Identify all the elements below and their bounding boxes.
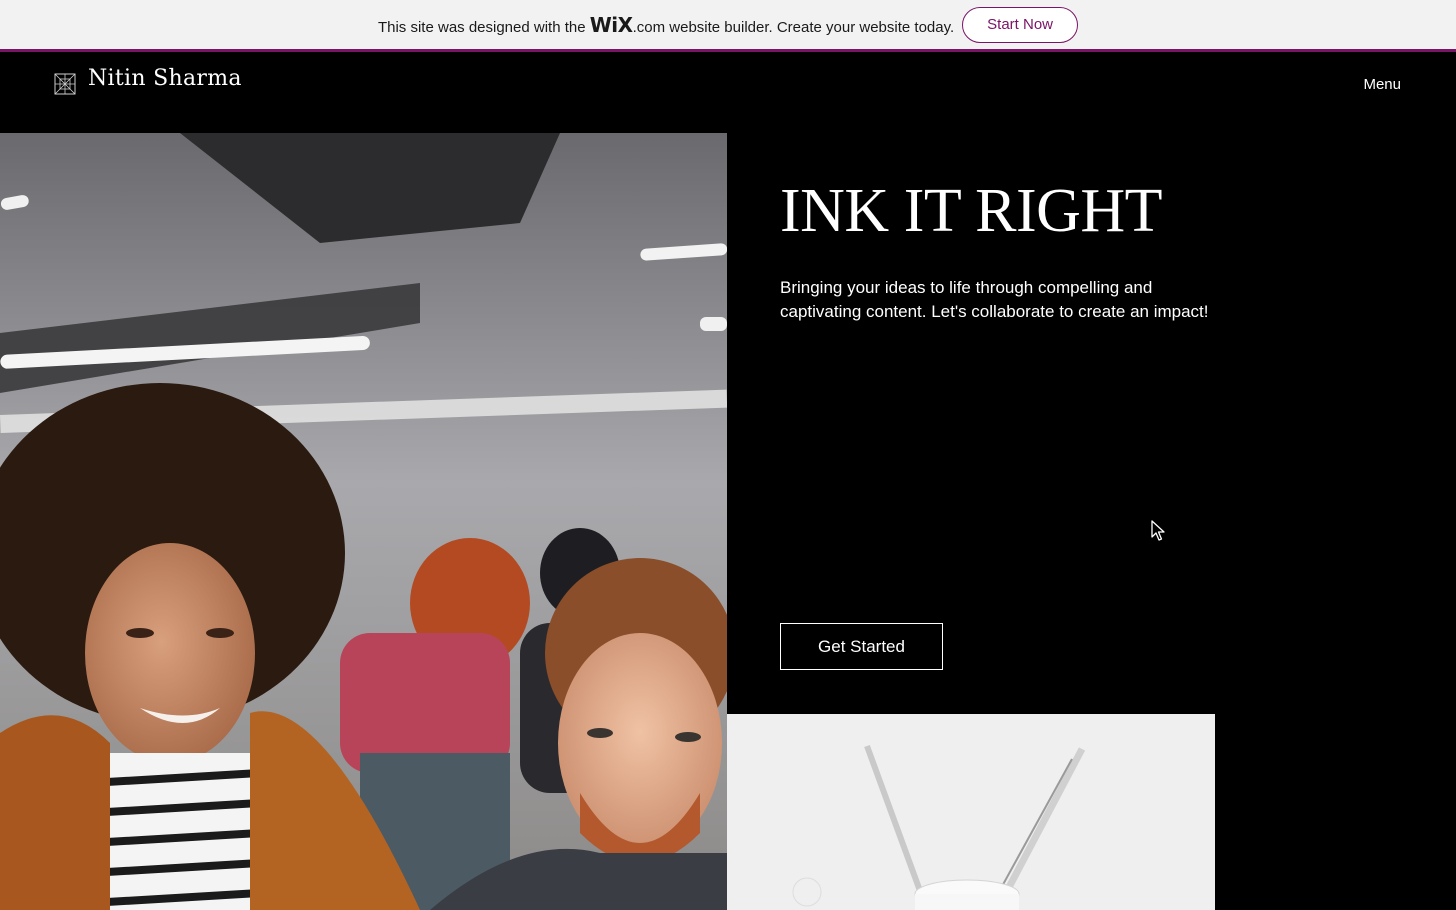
wix-logo: WiX [589,12,633,37]
wix-banner-text: This site was designed with the WiX .com … [378,13,954,37]
hero-heading: INK IT RIGHT [780,177,1163,245]
hero-subtitle: Bringing your ideas to life through comp… [780,278,1209,321]
banner-text-after: website builder. Create your website tod… [665,18,955,36]
wix-logo-suffix: .com [632,18,666,36]
menu-button[interactable]: Menu [1363,76,1401,93]
wix-promo-banner: This site was designed with the WiX .com … [0,0,1456,52]
banner-text-before: This site was designed with the [377,18,590,36]
get-started-button[interactable]: Get Started [780,623,943,670]
site-title[interactable]: Nitin Sharma [88,66,242,91]
secondary-photo [727,714,1215,910]
hero-photo [0,133,727,910]
site-header: Nitin Sharma Menu [0,52,1456,133]
mouse-pointer-icon [1151,520,1165,541]
start-now-button[interactable]: Start Now [962,6,1079,43]
pens-in-white-cup-photo [727,714,1215,910]
geometric-mark-icon[interactable] [54,73,76,95]
smiling-coworkers-office-photo [0,133,727,910]
